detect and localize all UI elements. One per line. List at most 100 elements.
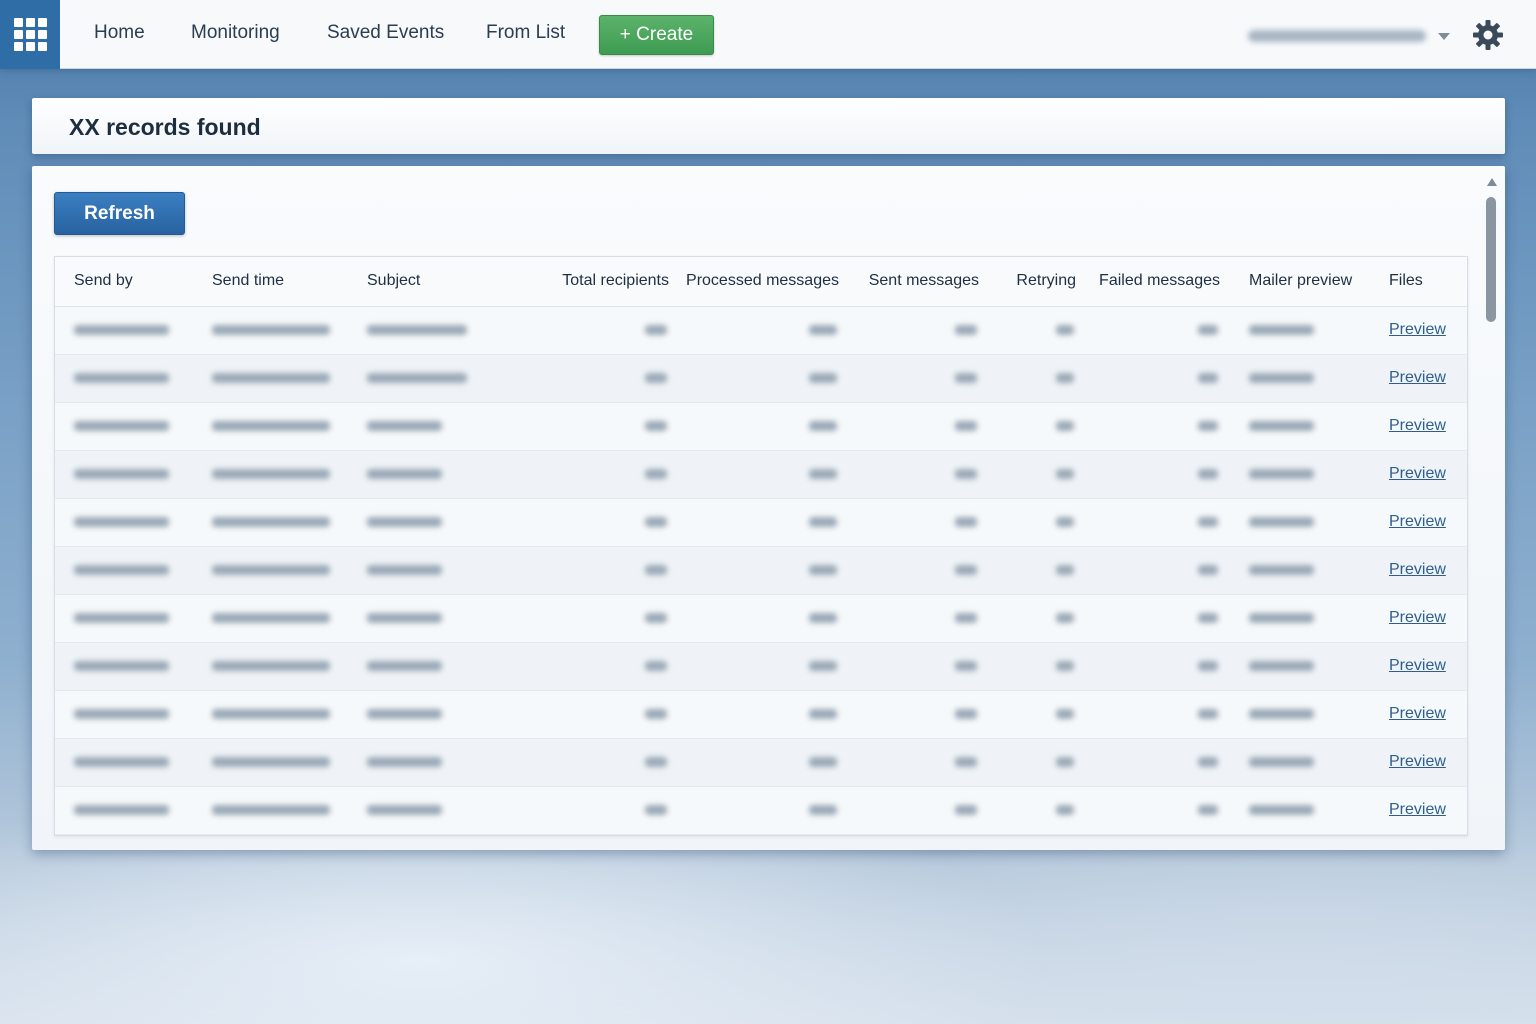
- cell-processed-messages: [679, 594, 849, 643]
- preview-link[interactable]: Preview: [1389, 609, 1446, 626]
- column-header-mailer-preview[interactable]: Mailer preview: [1230, 257, 1370, 307]
- redacted-value: [367, 372, 467, 383]
- redacted-value: [212, 324, 330, 335]
- scrollbar-thumb[interactable]: [1486, 197, 1496, 322]
- table-row[interactable]: Preview: [55, 450, 1467, 499]
- preview-link[interactable]: Preview: [1389, 801, 1446, 818]
- create-button[interactable]: + Create: [599, 15, 714, 55]
- cell-failed-messages: [1086, 306, 1230, 355]
- user-name-redacted: [1248, 30, 1426, 42]
- column-header-failed-messages[interactable]: Failed messages: [1086, 257, 1230, 307]
- nav-home[interactable]: Home: [94, 22, 145, 44]
- cell-subject: [348, 690, 508, 739]
- table-row[interactable]: Preview: [55, 786, 1467, 835]
- redacted-value: [645, 516, 667, 527]
- redacted-value: [1249, 660, 1314, 671]
- preview-link[interactable]: Preview: [1389, 513, 1446, 530]
- cell-processed-messages: [679, 690, 849, 739]
- user-dropdown[interactable]: [1248, 26, 1458, 46]
- redacted-value: [955, 612, 977, 623]
- column-header-send-time[interactable]: Send time: [193, 257, 348, 307]
- cell-sent-messages: [849, 450, 989, 499]
- cell-sent-messages: [849, 402, 989, 451]
- table-row[interactable]: Preview: [55, 690, 1467, 739]
- redacted-value: [212, 612, 330, 623]
- preview-link[interactable]: Preview: [1389, 321, 1446, 338]
- cell-total-recipients: [508, 402, 679, 451]
- cell-files: Preview: [1370, 450, 1467, 499]
- redacted-value: [367, 516, 442, 527]
- preview-link[interactable]: Preview: [1389, 657, 1446, 674]
- app-launcher-button[interactable]: [0, 0, 60, 69]
- redacted-value: [74, 372, 169, 383]
- table-row[interactable]: Preview: [55, 546, 1467, 595]
- scroll-up-arrow-icon[interactable]: [1487, 178, 1497, 186]
- redacted-value: [1249, 372, 1314, 383]
- table-row[interactable]: Preview: [55, 498, 1467, 547]
- column-header-send-by[interactable]: Send by: [55, 257, 193, 307]
- table-row[interactable]: Preview: [55, 594, 1467, 643]
- redacted-value: [367, 756, 442, 767]
- column-header-retrying[interactable]: Retrying: [989, 257, 1086, 307]
- redacted-value: [1249, 564, 1314, 575]
- cell-subject: [348, 738, 508, 787]
- cell-mailer-preview: [1230, 354, 1370, 403]
- redacted-value: [1198, 516, 1218, 527]
- preview-link[interactable]: Preview: [1389, 417, 1446, 434]
- redacted-value: [1249, 804, 1314, 815]
- cell-send-time: [193, 402, 348, 451]
- nav-monitoring[interactable]: Monitoring: [191, 22, 280, 44]
- preview-link[interactable]: Preview: [1389, 369, 1446, 386]
- redacted-value: [1056, 612, 1074, 623]
- cell-send-time: [193, 498, 348, 547]
- redacted-value: [1198, 420, 1218, 431]
- cell-retrying: [989, 546, 1086, 595]
- redacted-value: [809, 372, 837, 383]
- refresh-button[interactable]: Refresh: [54, 192, 185, 235]
- cell-send-by: [55, 306, 193, 355]
- preview-link[interactable]: Preview: [1389, 465, 1446, 482]
- redacted-value: [212, 564, 330, 575]
- cell-failed-messages: [1086, 786, 1230, 835]
- redacted-value: [74, 468, 169, 479]
- cell-sent-messages: [849, 594, 989, 643]
- column-header-total-recipients[interactable]: Total recipients: [508, 257, 679, 307]
- table-row[interactable]: Preview: [55, 354, 1467, 403]
- cell-files: Preview: [1370, 354, 1467, 403]
- cell-send-time: [193, 738, 348, 787]
- cell-sent-messages: [849, 786, 989, 835]
- preview-link[interactable]: Preview: [1389, 705, 1446, 722]
- cell-send-by: [55, 642, 193, 691]
- cell-files: Preview: [1370, 498, 1467, 547]
- preview-link[interactable]: Preview: [1389, 753, 1446, 770]
- redacted-value: [1056, 708, 1074, 719]
- column-header-processed-messages[interactable]: Processed messages: [679, 257, 849, 307]
- redacted-value: [1249, 420, 1314, 431]
- table-row[interactable]: Preview: [55, 642, 1467, 691]
- column-header-subject[interactable]: Subject: [348, 257, 508, 307]
- gear-icon[interactable]: [1472, 19, 1504, 51]
- table-row[interactable]: Preview: [55, 306, 1467, 355]
- redacted-value: [645, 324, 667, 335]
- cell-failed-messages: [1086, 546, 1230, 595]
- cell-files: Preview: [1370, 402, 1467, 451]
- table-row[interactable]: Preview: [55, 738, 1467, 787]
- nav-saved-events[interactable]: Saved Events: [327, 22, 444, 44]
- redacted-value: [1056, 516, 1074, 527]
- redacted-value: [809, 756, 837, 767]
- nav-from-list[interactable]: From List: [486, 22, 565, 44]
- column-header-sent-messages[interactable]: Sent messages: [849, 257, 989, 307]
- redacted-value: [1056, 372, 1074, 383]
- redacted-value: [1056, 324, 1074, 335]
- cell-files: Preview: [1370, 690, 1467, 739]
- preview-link[interactable]: Preview: [1389, 561, 1446, 578]
- records-header: XX records found: [32, 98, 1505, 154]
- cell-processed-messages: [679, 786, 849, 835]
- cell-mailer-preview: [1230, 402, 1370, 451]
- table-row[interactable]: Preview: [55, 402, 1467, 451]
- redacted-value: [1249, 324, 1314, 335]
- redacted-value: [367, 660, 442, 671]
- cell-subject: [348, 786, 508, 835]
- cell-total-recipients: [508, 786, 679, 835]
- column-header-files[interactable]: Files: [1370, 257, 1467, 307]
